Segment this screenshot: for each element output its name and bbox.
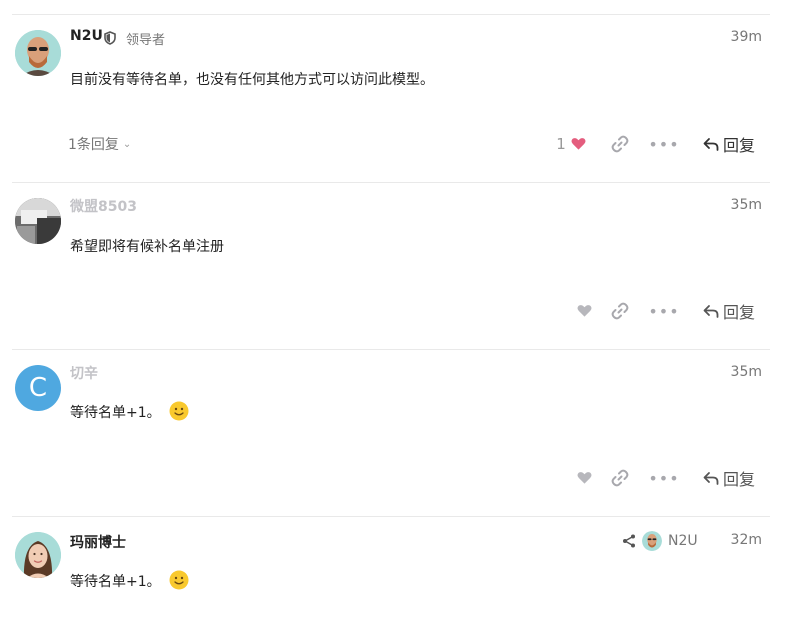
bald-man-sunglasses-avatar-icon [15, 30, 61, 76]
username[interactable]: 微盟8503 [70, 196, 137, 216]
reply-button[interactable]: 回复 [694, 128, 764, 160]
chevron-down-icon: ⌄ [122, 138, 132, 150]
reply-arrow-icon [703, 138, 719, 151]
post-controls: ••• 回复 [550, 462, 770, 494]
post-1: N2U 领导者 39m 目前没有等待名单，也没有任何其他方式可以访问此模型。 1… [12, 14, 770, 182]
reply-label: 回复 [722, 470, 755, 489]
more-actions-button[interactable]: ••• [646, 295, 682, 327]
post-controls: 1 ••• 回复 [550, 128, 770, 160]
ellipsis-icon: ••• [648, 468, 680, 488]
post-body: 等待名单+1。 [70, 570, 189, 594]
reply-button[interactable]: 回复 [694, 295, 764, 327]
show-replies-button[interactable]: 1条回复 ⌄ [68, 134, 131, 154]
reply-label: 回复 [722, 303, 755, 322]
reply-to-tab[interactable]: N2U [622, 528, 698, 554]
copy-link-button[interactable] [602, 462, 638, 494]
heart-icon [571, 138, 586, 150]
photo-avatar-icon [15, 198, 61, 244]
reply-arrow-icon [703, 472, 719, 485]
like-count: 1 [556, 135, 566, 153]
more-actions-button[interactable]: ••• [646, 128, 682, 160]
post-time[interactable]: 39m [731, 29, 762, 45]
woman-portrait-avatar-icon [15, 532, 61, 578]
slightly-smiling-face-icon [169, 401, 189, 425]
avatar[interactable]: C [15, 365, 61, 411]
reply-button[interactable]: 回复 [694, 462, 764, 494]
post-time[interactable]: 35m [731, 364, 762, 380]
slightly-smiling-face-icon [169, 570, 189, 594]
reply-to-avatar [642, 531, 662, 551]
reply-label: 回复 [722, 136, 755, 155]
post-4: 玛丽博士 N2U 32m 等待名单+1。 [12, 516, 770, 626]
username[interactable]: 切辛 [70, 363, 98, 383]
post-body: 目前没有等待名单，也没有任何其他方式可以访问此模型。 [70, 72, 434, 88]
share-icon [623, 534, 635, 548]
copy-link-button[interactable] [602, 295, 638, 327]
post-2: 微盟8503 35m 希望即将有候补名单注册 ••• 回复 [12, 182, 770, 349]
heart-icon [577, 305, 592, 317]
heart-icon [577, 472, 592, 484]
more-actions-button[interactable]: ••• [646, 462, 682, 494]
ellipsis-icon: ••• [648, 301, 680, 321]
post-body: 等待名单+1。 [70, 401, 189, 425]
like-button[interactable] [550, 462, 592, 494]
avatar-letter: C [28, 373, 48, 403]
reply-to-username: N2U [668, 533, 698, 549]
reply-arrow-icon [703, 305, 719, 318]
ellipsis-icon: ••• [648, 134, 680, 154]
bald-man-sunglasses-avatar-icon [642, 531, 662, 551]
post-body-text: 等待名单+1。 [70, 405, 161, 421]
post-body: 希望即将有候补名单注册 [70, 239, 224, 255]
like-button[interactable] [550, 295, 592, 327]
username[interactable]: N2U [70, 28, 103, 44]
user-title[interactable]: 领导者 [126, 29, 165, 48]
like-button[interactable]: 1 [550, 128, 592, 160]
link-icon [611, 469, 629, 487]
replies-label: 1条回复 [68, 137, 119, 153]
link-icon [611, 302, 629, 320]
username[interactable]: 玛丽博士 [70, 532, 126, 552]
post-time[interactable]: 32m [731, 532, 762, 548]
link-icon [611, 135, 629, 153]
avatar[interactable] [15, 532, 61, 578]
avatar[interactable] [15, 198, 61, 244]
post-3: C 切辛 35m 等待名单+1。 ••• 回复 [12, 349, 770, 516]
copy-link-button[interactable] [602, 128, 638, 160]
post-controls: ••• 回复 [550, 295, 770, 327]
avatar[interactable] [15, 30, 61, 76]
shield-icon [104, 31, 116, 45]
post-time[interactable]: 35m [731, 197, 762, 213]
post-body-text: 等待名单+1。 [70, 574, 161, 590]
